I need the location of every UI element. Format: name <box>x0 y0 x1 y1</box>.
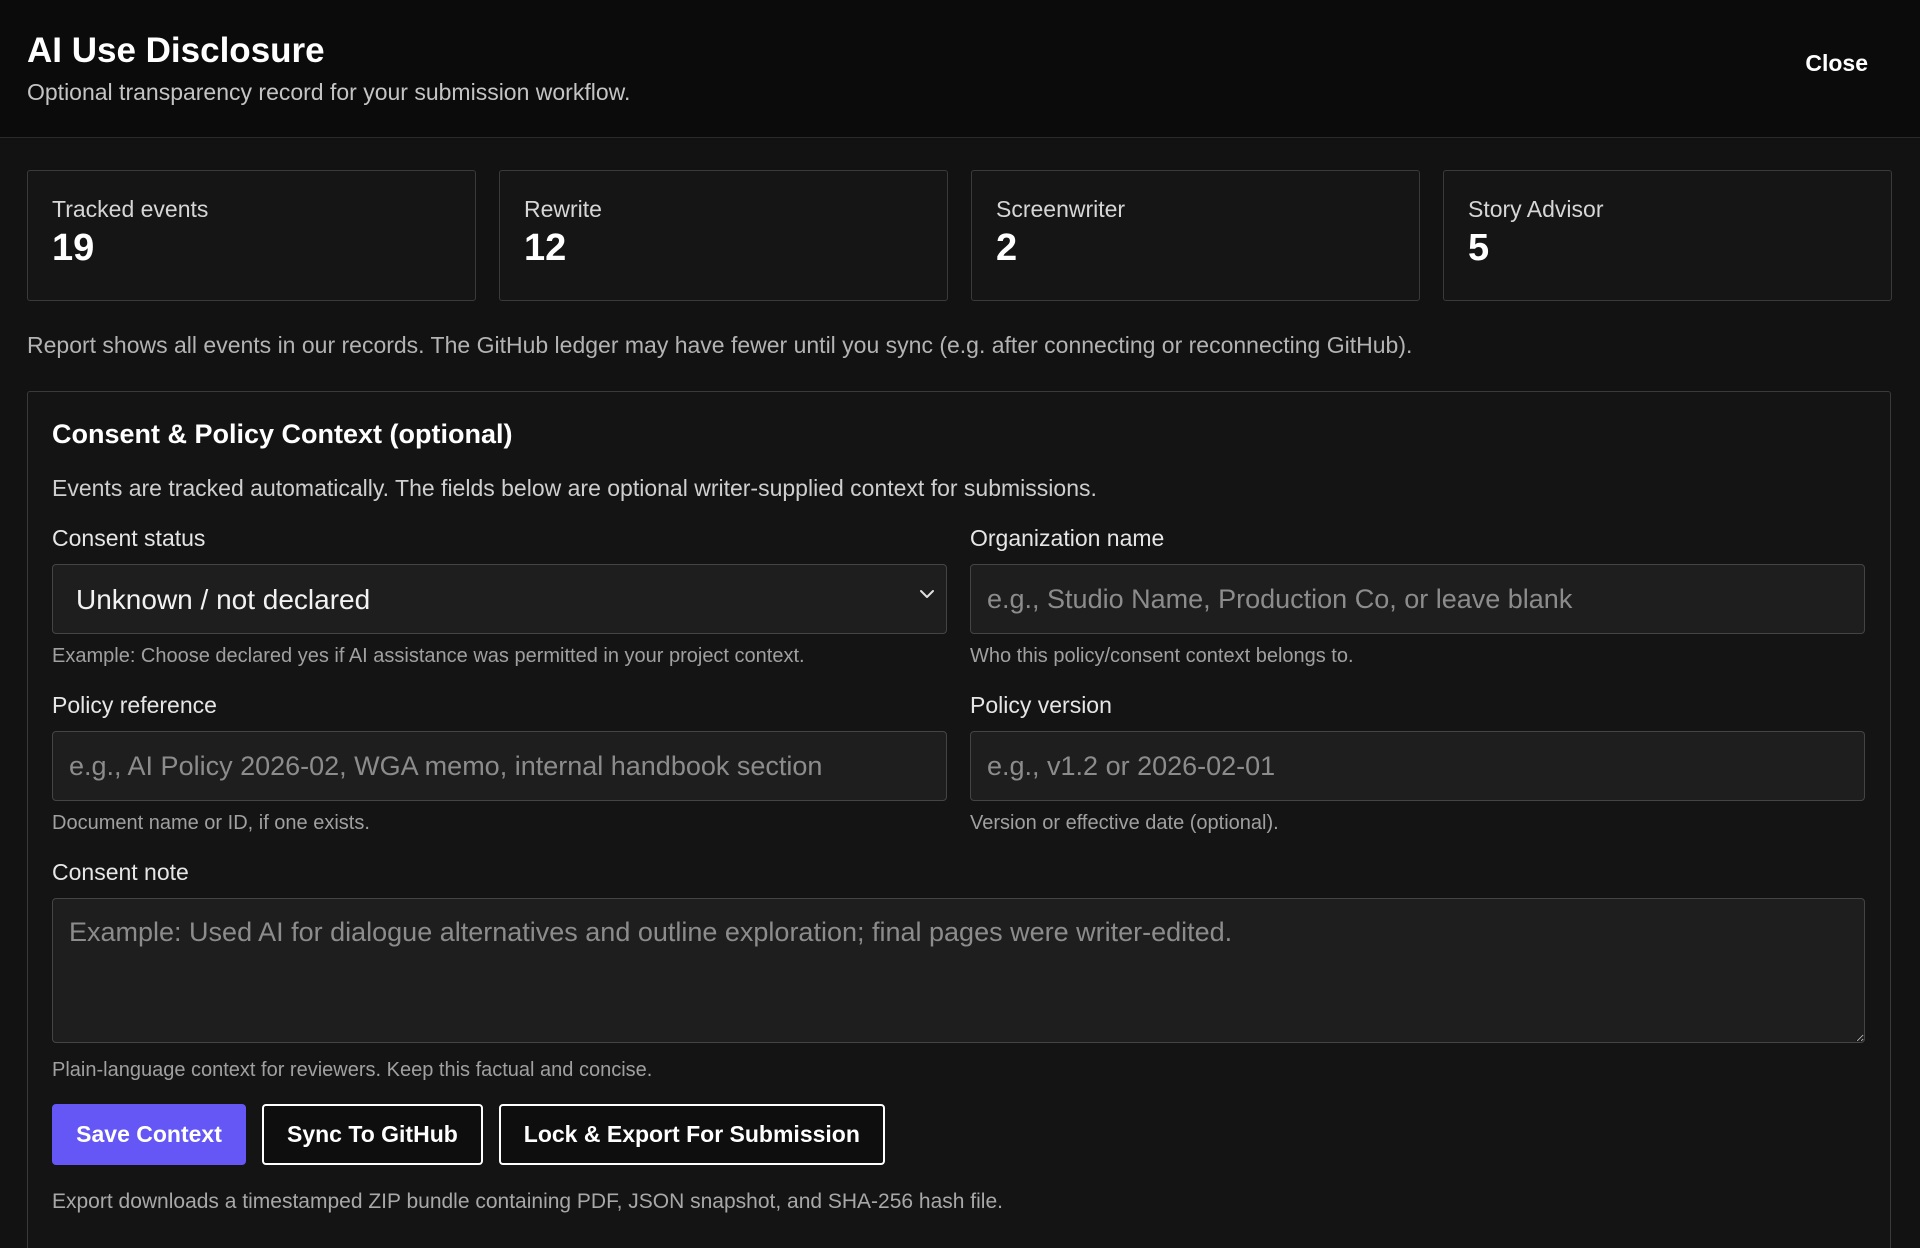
consent-status-select[interactable]: Unknown / not declared <box>52 564 947 634</box>
consent-status-select-wrap: Unknown / not declared <box>52 552 947 634</box>
consent-policy-panel: Consent & Policy Context (optional) Even… <box>27 391 1891 1248</box>
action-buttons: Save Context Sync To GitHub Lock & Expor… <box>52 1104 1866 1165</box>
policy-version-label: Policy version <box>970 692 1112 718</box>
stat-value: 19 <box>52 227 95 269</box>
stat-value: 12 <box>524 227 567 269</box>
stat-label: Screenwriter <box>996 196 1126 222</box>
stat-label: Tracked events <box>52 196 209 222</box>
consent-note-textarea[interactable] <box>52 898 1865 1043</box>
policy-reference-input[interactable] <box>52 731 947 801</box>
modal-header: AI Use Disclosure Optional transparency … <box>0 0 1920 138</box>
stat-value: 2 <box>996 227 1018 269</box>
stat-card-tracked-events: Tracked events 19 <box>27 170 476 301</box>
consent-status-help: Example: Choose declared yes if AI assis… <box>52 645 805 667</box>
consent-status-field: Consent status Unknown / not declared Ex… <box>52 524 947 691</box>
modal-body: Tracked events 19 Rewrite 12 Screenwrite… <box>0 138 1920 1248</box>
stat-label: Rewrite <box>524 196 602 222</box>
stats-row: Tracked events 19 Rewrite 12 Screenwrite… <box>27 170 1893 301</box>
ai-disclosure-modal: AI Use Disclosure Optional transparency … <box>0 0 1920 1248</box>
policy-reference-field: Policy reference Document name or ID, if… <box>52 691 947 858</box>
organization-field: Organization name Who this policy/consen… <box>970 524 1865 691</box>
panel-title: Consent & Policy Context (optional) <box>52 419 513 449</box>
policy-version-help: Version or effective date (optional). <box>970 812 1279 834</box>
export-note: Export downloads a timestamped ZIP bundl… <box>52 1190 1003 1213</box>
save-context-button[interactable]: Save Context <box>52 1104 246 1165</box>
form-grid: Consent status Unknown / not declared Ex… <box>52 524 1866 858</box>
stat-card-screenwriter: Screenwriter 2 <box>971 170 1420 301</box>
consent-note-help: Plain-language context for reviewers. Ke… <box>52 1059 653 1081</box>
modal-title: AI Use Disclosure <box>27 31 325 70</box>
lock-export-button[interactable]: Lock & Export For Submission <box>498 1104 885 1165</box>
report-note: Report shows all events in our records. … <box>27 332 1413 358</box>
panel-description: Events are tracked automatically. The fi… <box>52 475 1097 501</box>
policy-reference-label: Policy reference <box>52 692 217 718</box>
stat-label: Story Advisor <box>1468 196 1604 222</box>
policy-version-field: Policy version Version or effective date… <box>970 691 1865 858</box>
close-button[interactable]: Close <box>1805 50 1868 77</box>
organization-help: Who this policy/consent context belongs … <box>970 645 1354 667</box>
modal-subtitle: Optional transparency record for your su… <box>27 79 631 105</box>
organization-label: Organization name <box>970 525 1165 551</box>
sync-to-github-button[interactable]: Sync To GitHub <box>262 1104 483 1165</box>
stat-value: 5 <box>1468 227 1490 269</box>
stat-card-rewrite: Rewrite 12 <box>499 170 948 301</box>
consent-status-label: Consent status <box>52 525 206 551</box>
policy-reference-help: Document name or ID, if one exists. <box>52 812 370 834</box>
consent-note-field: Consent note Plain-language context for … <box>52 858 1866 1082</box>
organization-input[interactable] <box>970 564 1865 634</box>
stat-card-story-advisor: Story Advisor 5 <box>1443 170 1892 301</box>
policy-version-input[interactable] <box>970 731 1865 801</box>
consent-note-label: Consent note <box>52 859 189 885</box>
